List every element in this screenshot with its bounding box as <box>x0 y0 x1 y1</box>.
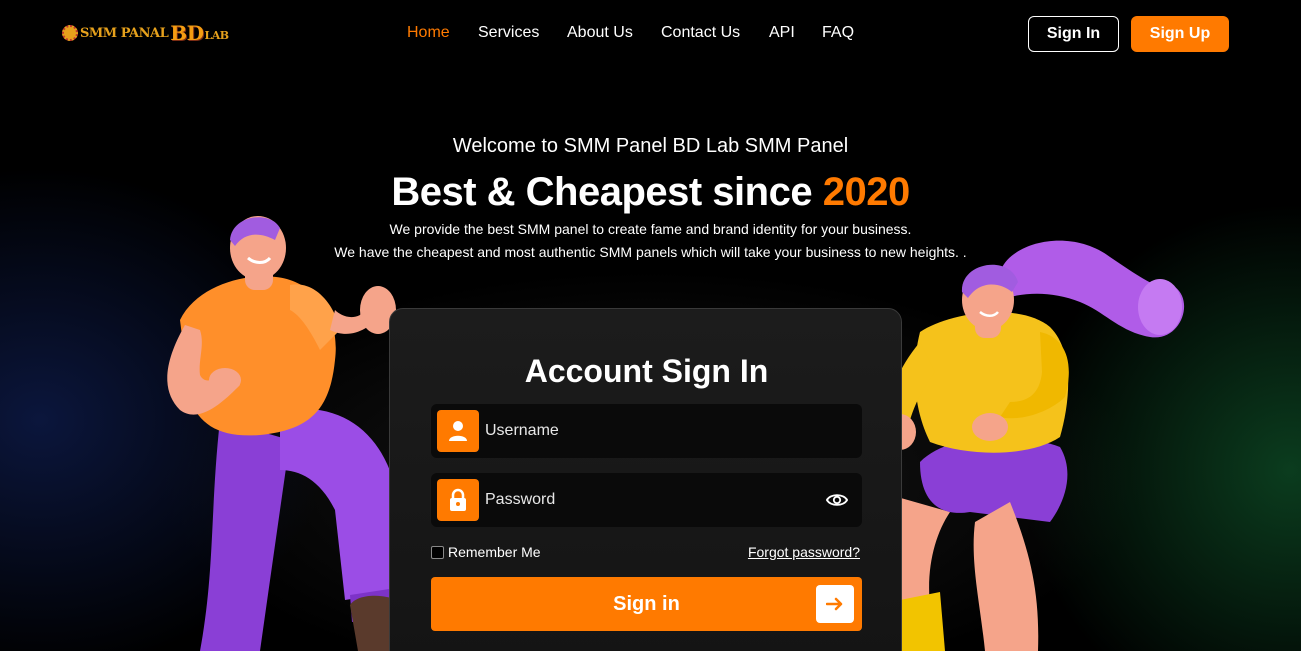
man-illustration <box>167 216 423 651</box>
header-sign-in-button[interactable]: Sign In <box>1028 16 1119 52</box>
nav-link-faq[interactable]: FAQ <box>822 24 854 42</box>
hero-description-line-1: We provide the best SMM panel to create … <box>389 221 912 237</box>
hero-description-line-2: We have the cheapest and most authentic … <box>334 244 967 260</box>
sign-in-card: Account Sign In Username Password Rememb… <box>389 308 902 651</box>
username-input[interactable]: Username <box>485 422 559 440</box>
headline-year: 2020 <box>822 170 910 214</box>
top-navbar: SMM PANAL BD LAB Home Services About Us … <box>0 0 1301 68</box>
username-field[interactable]: Username <box>431 404 862 458</box>
password-field[interactable]: Password <box>431 473 862 527</box>
lock-icon <box>437 479 479 521</box>
remember-me-checkbox[interactable] <box>431 545 444 559</box>
arrow-right-icon <box>816 585 854 623</box>
user-icon <box>437 410 479 452</box>
remember-me[interactable]: Remember Me <box>431 544 541 560</box>
sign-in-button[interactable]: Sign in <box>431 577 862 631</box>
forgot-password-link[interactable]: Forgot password? <box>748 544 860 560</box>
welcome-text: Welcome to SMM Panel BD Lab SMM Panel <box>452 135 849 157</box>
remember-me-label: Remember Me <box>448 544 541 560</box>
sign-in-button-label: Sign in <box>613 593 680 615</box>
nav-link-contact-us[interactable]: Contact Us <box>661 24 740 42</box>
hero-headline: Best & Cheapest since 2020 <box>0 170 1301 215</box>
nav-link-services[interactable]: Services <box>478 24 539 42</box>
eye-icon[interactable] <box>826 490 848 510</box>
nav-link-api[interactable]: API <box>769 24 795 42</box>
password-input[interactable]: Password <box>485 491 555 509</box>
header-sign-up-button[interactable]: Sign Up <box>1131 16 1229 52</box>
woman-illustration <box>867 240 1185 651</box>
nav-link-home[interactable]: Home <box>407 24 450 42</box>
sign-in-title: Account Sign In <box>524 353 769 389</box>
headline-text: Best & Cheapest since <box>391 170 823 214</box>
nav-link-about-us[interactable]: About Us <box>567 24 633 42</box>
